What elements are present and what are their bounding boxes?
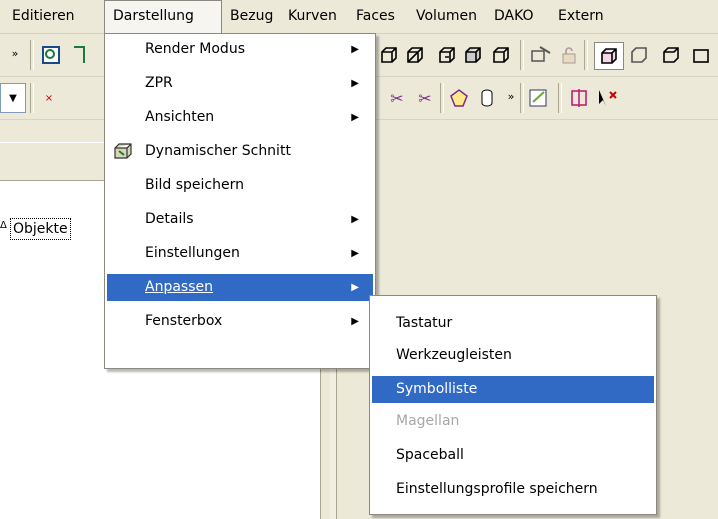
toolbar-separator bbox=[520, 83, 524, 113]
menu-item-dynamischer-schnitt[interactable]: Dynamischer Schnitt bbox=[107, 138, 373, 165]
view-tool-icon[interactable] bbox=[68, 44, 90, 66]
toolbar-separator bbox=[30, 40, 34, 70]
anpassen-submenu: Tastatur Werkzeugleisten Symbolliste Mag… bbox=[369, 295, 657, 515]
box-view-toggle-icon[interactable] bbox=[594, 42, 624, 70]
menu-bezug[interactable]: Bezug bbox=[222, 0, 281, 33]
toolbar-separator bbox=[558, 83, 562, 113]
transparent-box-icon[interactable] bbox=[490, 44, 512, 66]
submenu-arrow-icon: ▶ bbox=[351, 214, 359, 225]
lock-icon[interactable] bbox=[558, 44, 580, 66]
wireframe-box-icon[interactable] bbox=[378, 44, 400, 66]
hidden-line-box-icon[interactable] bbox=[436, 44, 458, 66]
submenu-arrow-icon: ▶ bbox=[351, 112, 359, 123]
menu-darstellung[interactable]: Darstellung bbox=[104, 0, 222, 33]
menu-item-ansichten[interactable]: Ansichten ▶ bbox=[107, 104, 373, 131]
menu-item-fensterbox[interactable]: Fensterbox ▶ bbox=[107, 308, 373, 335]
menu-volumen[interactable]: Volumen bbox=[408, 0, 485, 33]
menu-item-magellan: Magellan bbox=[396, 413, 460, 429]
toolbar-separator bbox=[520, 40, 524, 70]
point-marker-icon[interactable]: × bbox=[38, 87, 60, 109]
menu-item-einstellungen[interactable]: Einstellungen ▶ bbox=[107, 240, 373, 267]
surface-patch-icon[interactable] bbox=[448, 87, 470, 109]
submenu-arrow-icon: ▶ bbox=[351, 282, 359, 293]
menu-item-symbolliste[interactable]: Symbolliste bbox=[372, 376, 654, 403]
toolbar-separator bbox=[440, 83, 444, 113]
submenu-arrow-icon: ▶ bbox=[351, 316, 359, 327]
submenu-arrow-icon: ▶ bbox=[351, 44, 359, 55]
shaded-box-icon[interactable] bbox=[404, 44, 426, 66]
view-cube-icon[interactable] bbox=[628, 44, 650, 66]
menu-item-anpassen[interactable]: Anpassen ▶ bbox=[107, 274, 373, 301]
curve-split-icon[interactable]: ✂ bbox=[386, 87, 408, 109]
box-iso-icon[interactable] bbox=[660, 44, 682, 66]
menubar: Editieren Darstellung Bezug Kurven Faces… bbox=[0, 0, 718, 34]
toolbar-overflow-icon[interactable]: » bbox=[500, 85, 522, 107]
mirror-icon[interactable] bbox=[568, 87, 590, 109]
menu-item-details[interactable]: Details ▶ bbox=[107, 206, 373, 233]
render-settings-icon[interactable] bbox=[530, 44, 552, 66]
menu-item-render-modus[interactable]: Render Modus ▶ bbox=[107, 36, 373, 63]
menu-editieren[interactable]: Editieren bbox=[4, 0, 83, 33]
menu-item-werkzeugleisten[interactable]: Werkzeugleisten bbox=[372, 342, 654, 369]
toolbar-separator bbox=[584, 40, 588, 70]
tree-expander-icon[interactable]: Δ bbox=[0, 220, 7, 231]
menu-item-einstellungsprofile-speichern[interactable]: Einstellungsprofile speichern bbox=[372, 476, 654, 503]
menu-extern[interactable]: Extern bbox=[550, 0, 612, 33]
zoom-window-icon[interactable] bbox=[40, 44, 62, 66]
menu-item-zpr[interactable]: ZPR ▶ bbox=[107, 70, 373, 97]
darstellung-menu: Render Modus ▶ ZPR ▶ Ansichten ▶ Dynamische… bbox=[104, 33, 376, 369]
dropdown-arrow-icon[interactable]: ▼ bbox=[0, 83, 26, 113]
section-cube-icon bbox=[113, 142, 133, 170]
toolbar-overflow-icon[interactable]: » bbox=[4, 42, 26, 64]
menu-item-bild-speichern[interactable]: Bild speichern bbox=[107, 172, 373, 199]
delete-select-icon[interactable] bbox=[596, 87, 618, 109]
curve-trim-icon[interactable]: ✂ bbox=[414, 87, 436, 109]
menu-item-spaceball[interactable]: Spaceball bbox=[372, 442, 654, 469]
menu-faces[interactable]: Faces bbox=[348, 0, 403, 33]
box-front-icon[interactable] bbox=[690, 44, 712, 66]
submenu-arrow-icon: ▶ bbox=[351, 248, 359, 259]
submenu-arrow-icon: ▶ bbox=[351, 78, 359, 89]
menu-kurven[interactable]: Kurven bbox=[280, 0, 345, 33]
edit-sheet-icon[interactable] bbox=[528, 87, 550, 109]
tree-node-objekte[interactable]: Objekte bbox=[10, 218, 71, 240]
toolbar-separator bbox=[30, 83, 34, 113]
menu-dako[interactable]: DAKO bbox=[486, 0, 542, 33]
menu-item-tastatur[interactable]: Tastatur bbox=[372, 310, 654, 337]
solid-box-icon[interactable] bbox=[462, 44, 484, 66]
cylinder-icon[interactable] bbox=[476, 87, 498, 109]
